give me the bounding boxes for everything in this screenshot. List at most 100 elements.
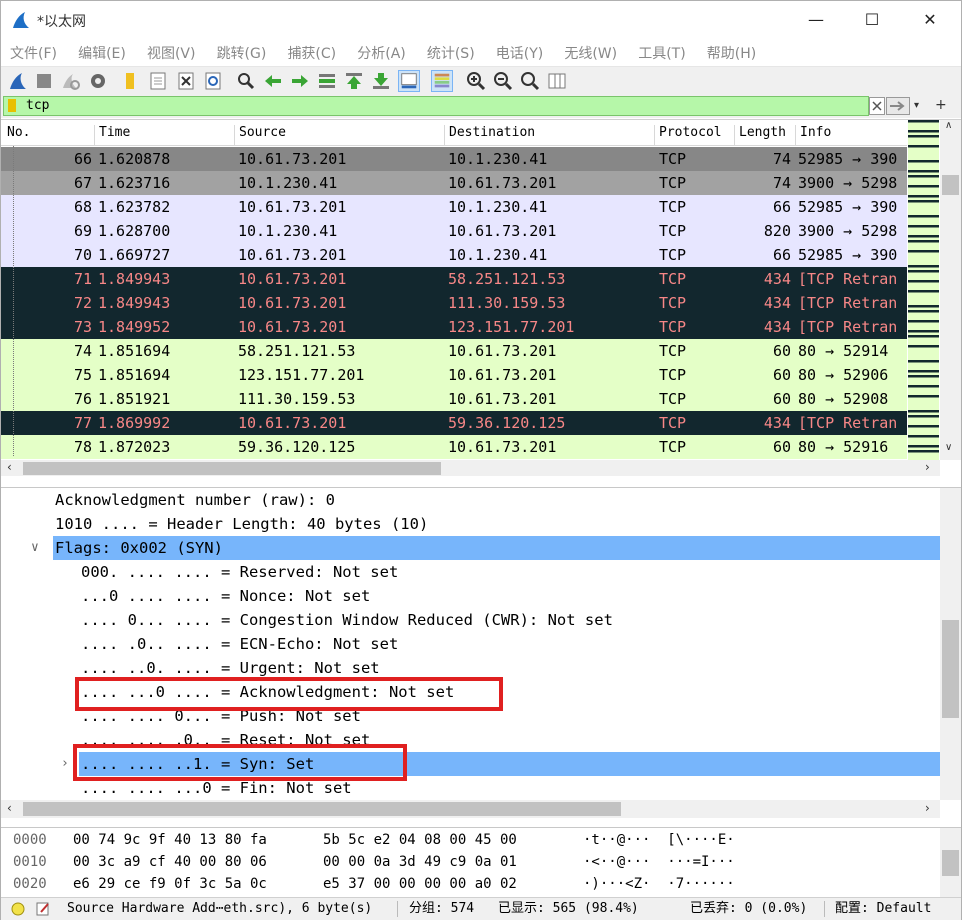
hex-ascii[interactable]: ·t··@··· [\····E· (583, 829, 735, 851)
find-packet-icon[interactable] (235, 70, 257, 92)
close-button[interactable]: ✕ (907, 5, 953, 35)
menu-edit[interactable]: 编辑(E) (78, 39, 126, 63)
clear-filter-icon[interactable] (869, 97, 885, 115)
detail-field[interactable]: Flags: 0x002 (SYN) (55, 536, 223, 560)
packet-list-hscroll[interactable]: ‹ › (1, 460, 940, 476)
bytes-vscroll[interactable] (940, 828, 961, 898)
autoscroll-icon[interactable] (398, 70, 420, 92)
collapse-arrow-icon[interactable]: ∨ (31, 536, 39, 560)
zoom-in-icon[interactable] (465, 70, 487, 92)
display-filter-input[interactable]: tcp (3, 96, 869, 116)
col-header-no[interactable]: No. (3, 125, 30, 145)
detail-field[interactable]: 1010 .... = Header Length: 40 bytes (10) (55, 512, 428, 536)
packet-list-vthumb[interactable] (942, 175, 959, 195)
hex-offset[interactable]: 0020 (13, 873, 47, 895)
menu-view[interactable]: 视图(V) (147, 39, 196, 63)
menu-statistics[interactable]: 统计(S) (427, 39, 475, 63)
file-save-icon[interactable] (147, 70, 169, 92)
scroll-up-icon[interactable]: ∧ (945, 120, 952, 131)
add-filter-button[interactable]: + (935, 95, 949, 115)
go-forward-icon[interactable] (289, 70, 311, 92)
detail-field[interactable]: ...0 .... .... = Nonce: Not set (81, 584, 370, 608)
packet-row[interactable]: 69 1.628700 10.1.230.41 10.61.73.201 TCP 820 3… (1, 219, 907, 243)
menu-help[interactable]: 帮助(H) (707, 39, 756, 63)
resize-columns-icon[interactable] (546, 70, 568, 92)
go-first-icon[interactable] (343, 70, 365, 92)
close-file-icon[interactable] (175, 70, 197, 92)
expand-arrow-icon[interactable]: › (61, 752, 69, 776)
packet-row[interactable]: 73 1.849952 10.61.73.201 123.151.77.201 TCP 4… (1, 315, 907, 339)
packet-row[interactable]: 67 1.623716 10.1.230.41 10.61.73.201 TCP 74 39… (1, 171, 907, 195)
col-header-destination[interactable]: Destination (444, 125, 535, 145)
filter-bookmark-icon[interactable] (8, 99, 16, 112)
hex-bytes-left[interactable]: 00 3c a9 cf 40 00 80 06 (73, 851, 267, 873)
col-header-source[interactable]: Source (234, 125, 286, 145)
detail-field[interactable]: 000. .... .... = Reserved: Not set (81, 560, 398, 584)
hex-ascii[interactable]: ·<··@··· ···=I··· (583, 851, 735, 873)
hex-bytes-right[interactable]: 00 00 0a 3d 49 c9 0a 01 (323, 851, 517, 873)
col-header-time[interactable]: Time (94, 125, 130, 145)
packet-list-hthumb[interactable] (23, 462, 441, 475)
go-to-packet-icon[interactable] (316, 70, 338, 92)
colorize-icon[interactable] (431, 70, 453, 92)
edit-comment-icon[interactable] (35, 901, 51, 917)
minimize-button[interactable]: — (793, 5, 839, 35)
scroll-right-icon[interactable]: › (925, 460, 930, 474)
packet-row[interactable]: 74 1.851694 58.251.121.53 10.61.73.201 TCP 60… (1, 339, 907, 363)
zoom-normal-icon[interactable] (519, 70, 541, 92)
col-header-length[interactable]: Length (734, 125, 786, 145)
shark-fin-start-icon[interactable] (7, 70, 29, 92)
col-header-protocol[interactable]: Protocol (654, 125, 722, 145)
hex-ascii[interactable]: ·)···<Z· ·7······ (583, 873, 735, 895)
apply-filter-arrow-icon[interactable] (886, 97, 910, 115)
packet-minimap[interactable] (908, 120, 939, 460)
col-header-info[interactable]: Info (795, 125, 831, 145)
bytes-vthumb[interactable] (942, 850, 959, 876)
packet-row[interactable]: 75 1.851694 123.151.77.201 10.61.73.201 TCP 6… (1, 363, 907, 387)
packet-row[interactable]: 70 1.669727 10.61.73.201 10.1.230.41 TCP 66 52… (1, 243, 907, 267)
hex-offset[interactable]: 0000 (13, 829, 47, 851)
hex-bytes-left[interactable]: 00 74 9c 9f 40 13 80 fa (73, 829, 267, 851)
go-back-icon[interactable] (262, 70, 284, 92)
packet-row[interactable]: 72 1.849943 10.61.73.201 111.30.159.53 TCP 43… (1, 291, 907, 315)
go-last-icon[interactable] (370, 70, 392, 92)
packet-row[interactable]: 66 1.620878 10.61.73.201 10.1.230.41 TCP 74 52… (1, 147, 907, 171)
hex-bytes-right[interactable]: e5 37 00 00 00 00 a0 02 (323, 873, 517, 895)
menu-telephony[interactable]: 电话(Y) (496, 39, 543, 63)
hex-offset[interactable]: 0010 (13, 851, 47, 873)
detail-field[interactable]: .... .0.. .... = ECN-Echo: Not set (81, 632, 398, 656)
menu-file[interactable]: 文件(F) (10, 39, 57, 63)
scroll-down-icon[interactable]: ∨ (945, 442, 952, 453)
details-hthumb[interactable] (23, 802, 621, 816)
expert-info-icon[interactable] (11, 902, 25, 916)
filter-dropdown-icon[interactable]: ▾ (914, 96, 928, 116)
menu-analyze[interactable]: 分析(A) (357, 39, 406, 63)
menu-wireless[interactable]: 无线(W) (564, 39, 617, 63)
details-vthumb[interactable] (942, 620, 959, 718)
packet-row[interactable]: 68 1.623782 10.61.73.201 10.1.230.41 TCP 66 52… (1, 195, 907, 219)
packet-row[interactable]: 78 1.872023 59.36.120.125 10.61.73.201 TCP 60… (1, 435, 907, 459)
menu-tools[interactable]: 工具(T) (638, 39, 685, 63)
details-hscroll[interactable]: ‹ › (1, 800, 940, 818)
packet-row[interactable]: 76 1.851921 111.30.159.53 10.61.73.201 TCP 60… (1, 387, 907, 411)
details-scroll-left-icon[interactable]: ‹ (7, 801, 12, 815)
open-file-icon[interactable] (119, 70, 141, 92)
menu-go[interactable]: 跳转(G) (217, 39, 267, 63)
hex-bytes-right[interactable]: 5b 5c e2 04 08 00 45 00 (323, 829, 517, 851)
menu-capture[interactable]: 捕获(C) (287, 39, 336, 63)
hex-bytes-left[interactable]: e6 29 ce f9 0f 3c 5a 0c (73, 873, 267, 895)
stop-icon[interactable] (33, 70, 55, 92)
restart-icon[interactable] (59, 70, 81, 92)
zoom-out-icon[interactable] (492, 70, 514, 92)
reload-icon[interactable] (202, 70, 224, 92)
scroll-left-icon[interactable]: ‹ (7, 460, 12, 474)
detail-field[interactable]: .... 0... .... = Congestion Window Reduc… (81, 608, 613, 632)
packet-row[interactable]: 71 1.849943 10.61.73.201 58.251.121.53 TCP 43… (1, 267, 907, 291)
detail-field[interactable]: Acknowledgment number (raw): 0 (55, 488, 335, 512)
maximize-button[interactable]: ☐ (849, 5, 895, 35)
status-profile[interactable]: 配置: Default (835, 898, 931, 920)
details-scroll-right-icon[interactable]: › (925, 801, 930, 815)
packet-row[interactable]: 77 1.869992 10.61.73.201 59.36.120.125 TCP 43… (1, 411, 907, 435)
packet-list-vscroll[interactable]: ∧ ∨ (940, 120, 961, 460)
details-vscroll[interactable] (940, 488, 961, 800)
